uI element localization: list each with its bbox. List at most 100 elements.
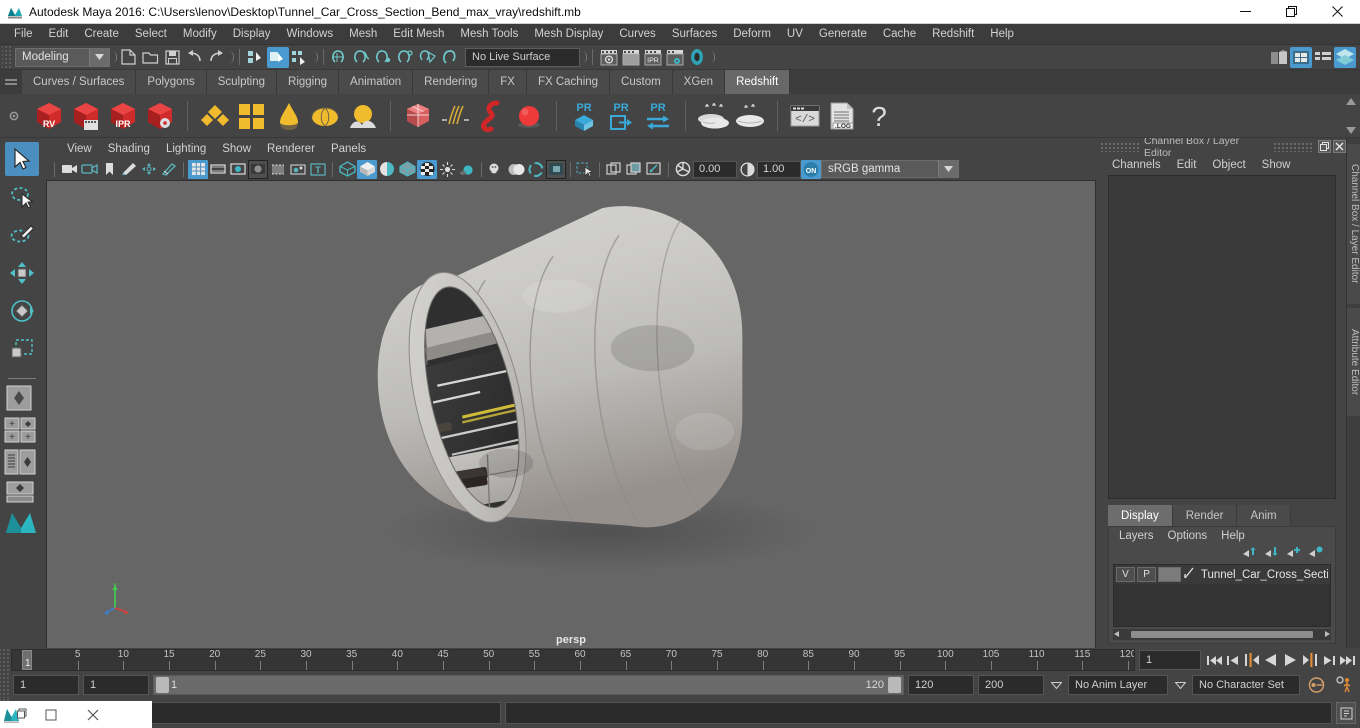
- render-current-frame-icon[interactable]: [598, 47, 620, 68]
- shadows-toggle-icon[interactable]: [486, 160, 506, 179]
- statusline-divider-4[interactable]: [580, 49, 587, 65]
- layer-visibility-toggle[interactable]: V: [1116, 567, 1135, 582]
- shelf-tab-fx[interactable]: FX: [489, 70, 527, 94]
- channelbox-attribute-list[interactable]: [1108, 175, 1336, 499]
- toggle-grid-icon[interactable]: [188, 160, 208, 179]
- playback-end-time-field[interactable]: 120: [908, 675, 974, 695]
- channelbox-menu-object[interactable]: Object: [1206, 158, 1251, 172]
- layer-playback-toggle[interactable]: P: [1137, 567, 1156, 582]
- go-to-end-button[interactable]: [1338, 649, 1356, 671]
- move-tool[interactable]: [5, 256, 39, 290]
- undo-icon[interactable]: [183, 47, 205, 68]
- taskbar-restore-button[interactable]: [30, 701, 72, 728]
- xray-active-components-icon[interactable]: [624, 160, 644, 179]
- shelf-tab-polygons[interactable]: Polygons: [136, 70, 206, 94]
- grease-pencil-icon[interactable]: [159, 160, 179, 179]
- select-by-component-type-icon[interactable]: [289, 47, 311, 68]
- menu-surfaces[interactable]: Surfaces: [664, 25, 725, 44]
- shelf-redshift-render-sequence-icon[interactable]: [69, 99, 103, 133]
- gamma-icon[interactable]: [737, 160, 757, 179]
- minimize-button[interactable]: [1222, 0, 1268, 24]
- new-scene-icon[interactable]: [117, 47, 139, 68]
- layer-color-swatch[interactable]: [1158, 567, 1181, 582]
- shelf-redshift-bake-set-1-icon[interactable]: [696, 99, 730, 133]
- menu-redshift[interactable]: Redshift: [924, 25, 982, 44]
- ambient-occlusion-icon[interactable]: [506, 160, 526, 179]
- shelf-options-column[interactable]: [0, 94, 28, 138]
- viewport-menu-renderer[interactable]: Renderer: [260, 142, 322, 156]
- menu-modify[interactable]: Modify: [175, 25, 225, 44]
- layer-menu-help[interactable]: Help: [1215, 529, 1251, 543]
- redo-icon[interactable]: [205, 47, 227, 68]
- taskbar-close-button[interactable]: [72, 701, 114, 728]
- layer-row[interactable]: V P Tunnel_Car_Cross_Sectio: [1114, 565, 1330, 584]
- snap-to-view-plane-icon[interactable]: [417, 47, 439, 68]
- statusline-divider-1[interactable]: [110, 49, 117, 65]
- use-default-lighting-icon[interactable]: [437, 160, 457, 179]
- statusline-grip[interactable]: [2, 45, 11, 69]
- shelf-redshift-bake-set-2-icon[interactable]: [733, 99, 767, 133]
- close-button[interactable]: [1314, 0, 1360, 24]
- panel-grip-right[interactable]: [1273, 142, 1313, 152]
- hscrollbar-thumb[interactable]: [1131, 631, 1313, 638]
- shelf-tab-redshift[interactable]: Redshift: [725, 70, 790, 94]
- shelf-redshift-material-blender-icon[interactable]: [235, 99, 269, 133]
- shelf-redshift-ipr-icon[interactable]: IPR: [106, 99, 140, 133]
- outliner-persp-layout[interactable]: [4, 449, 40, 478]
- exposure-field[interactable]: 0.00: [693, 161, 737, 178]
- shelf-scroll-arrows[interactable]: [1344, 97, 1358, 135]
- image-plane-icon[interactable]: [119, 160, 139, 179]
- shelf-tab-curves-surfaces[interactable]: Curves / Surfaces: [22, 70, 136, 94]
- move-layer-down-icon[interactable]: [1264, 546, 1279, 562]
- panel-grip[interactable]: [1100, 142, 1140, 152]
- open-scene-icon[interactable]: [139, 47, 161, 68]
- single-view-layout[interactable]: [4, 385, 40, 414]
- viewport-menu-lighting[interactable]: Lighting: [159, 142, 213, 156]
- shelf-redshift-proxy-icon[interactable]: [401, 99, 435, 133]
- menu-windows[interactable]: Windows: [278, 25, 341, 44]
- texture-display-icon[interactable]: [417, 160, 437, 179]
- shelf-tab-rigging[interactable]: Rigging: [277, 70, 339, 94]
- create-new-layer-icon[interactable]: [1286, 546, 1301, 562]
- toggle-xray-icon[interactable]: [268, 160, 288, 179]
- viewport-menu-show[interactable]: Show: [215, 142, 258, 156]
- shelf-redshift-dome-light-icon[interactable]: [309, 99, 343, 133]
- shelf-redshift-area-light-icon[interactable]: [272, 99, 306, 133]
- play-forwards-button[interactable]: [1281, 649, 1299, 671]
- shelf-redshift-material-icon[interactable]: [198, 99, 232, 133]
- exposure-reset-icon[interactable]: [644, 160, 664, 179]
- redo-previous-render-icon[interactable]: [620, 47, 642, 68]
- toggle-film-gate-icon[interactable]: [208, 160, 228, 179]
- menu-create[interactable]: Create: [76, 25, 127, 44]
- shelf-redshift-pr-object-icon[interactable]: PR: [567, 99, 601, 133]
- tab-anim[interactable]: Anim: [1237, 505, 1290, 526]
- range-end-handle[interactable]: [888, 677, 901, 693]
- move-layer-up-icon[interactable]: [1242, 546, 1257, 562]
- menu-mesh-display[interactable]: Mesh Display: [526, 25, 611, 44]
- exposure-icon[interactable]: [673, 160, 693, 179]
- menu-cache[interactable]: Cache: [875, 25, 924, 44]
- camera-attributes-icon[interactable]: [79, 160, 99, 179]
- paint-select-tool[interactable]: [5, 218, 39, 252]
- vtab-channel-box-layer-editor[interactable]: Channel Box / Layer Editor: [1347, 144, 1360, 304]
- toggle-sidebar-icon[interactable]: [1268, 47, 1290, 68]
- script-editor-button[interactable]: [1336, 702, 1356, 724]
- toggle-attribute-editor-icon[interactable]: [1290, 47, 1312, 68]
- current-frame-field[interactable]: 1: [1139, 650, 1201, 670]
- toggle-channel-box-icon[interactable]: [1312, 47, 1334, 68]
- snap-to-projected-center-icon[interactable]: [395, 47, 417, 68]
- perspective-viewport[interactable]: y persp: [46, 180, 1096, 648]
- select-by-hierarchy-icon[interactable]: [245, 47, 267, 68]
- range-start-handle[interactable]: [156, 677, 169, 693]
- tab-render[interactable]: Render: [1173, 505, 1238, 526]
- animation-end-time-field[interactable]: 200: [978, 675, 1044, 695]
- vtab-attribute-editor[interactable]: Attribute Editor: [1347, 308, 1360, 416]
- panel-undock-button[interactable]: [1318, 140, 1331, 153]
- rangeslider-grip[interactable]: [0, 672, 9, 698]
- wireframe-shading-icon[interactable]: [337, 160, 357, 179]
- shelf-redshift-render-settings-icon[interactable]: [143, 99, 177, 133]
- menu-mesh-tools[interactable]: Mesh Tools: [452, 25, 526, 44]
- render-region-toggle-icon[interactable]: [686, 47, 708, 68]
- menu-edit-mesh[interactable]: Edit Mesh: [385, 25, 452, 44]
- viewport-menu-panels[interactable]: Panels: [324, 142, 373, 156]
